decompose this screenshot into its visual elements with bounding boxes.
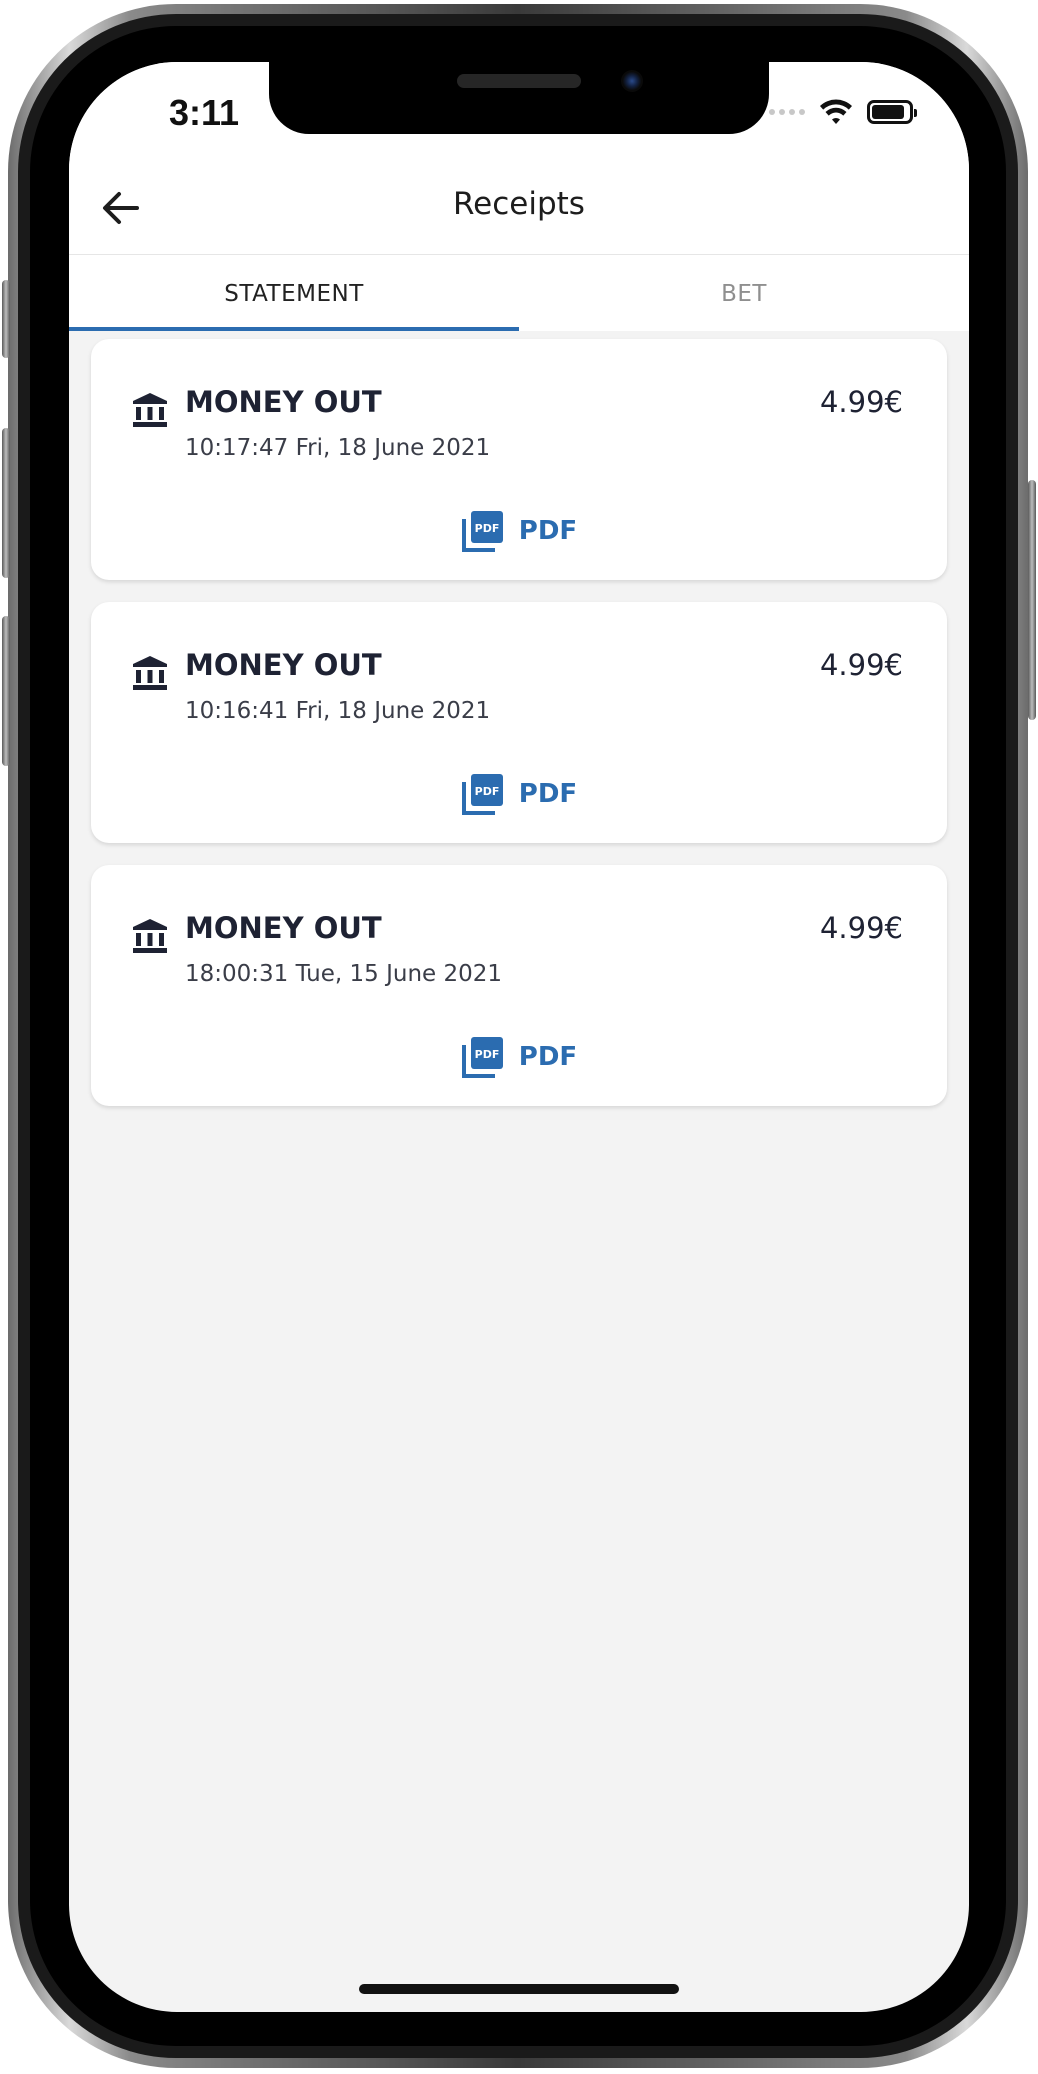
receipt-list: MONEY OUT 4.99€ 10:17:47 Fri, 18 June 20… [91,339,947,1128]
pdf-icon: PDF [461,774,503,815]
page-title: Receipts [453,186,585,222]
receipt-amount: 4.99€ [819,911,903,945]
receipt-amount: 4.99€ [819,648,903,682]
notch [269,62,769,134]
power-button [1028,480,1036,720]
receipt-datetime: 10:17:47 Fri, 18 June 2021 [185,435,491,461]
active-tab-indicator [69,327,519,331]
tab-statement[interactable]: STATEMENT [69,255,519,331]
pdf-download-button[interactable]: PDF PDF [91,772,947,816]
svg-text:PDF: PDF [474,522,499,535]
receipt-type: MONEY OUT [185,648,382,682]
speaker [457,74,581,88]
camera [621,70,643,92]
volume-up-button [2,428,10,578]
receipt-datetime: 10:16:41 Fri, 18 June 2021 [185,698,491,724]
receipt-amount: 4.99€ [819,385,903,419]
phone-device: 3:11 Receipts STATEMENT BET MONEY OUT 4.… [0,0,1038,2074]
status-time: 3:11 [169,92,240,133]
receipt-card: MONEY OUT 4.99€ 18:00:31 Tue, 15 June 20… [91,865,947,1106]
tab-label: STATEMENT [224,281,364,307]
pdf-label: PDF [518,516,578,546]
pdf-icon: PDF [461,1037,503,1078]
receipt-card: MONEY OUT 4.99€ 10:17:47 Fri, 18 June 20… [91,339,947,580]
tab-bet[interactable]: BET [519,255,969,331]
tab-label: BET [721,281,767,307]
app-header: Receipts [69,162,969,255]
receipt-card: MONEY OUT 4.99€ 10:16:41 Fri, 18 June 20… [91,602,947,843]
receipt-type: MONEY OUT [185,385,382,419]
bank-icon [133,656,167,690]
pdf-label: PDF [518,779,578,809]
svg-text:PDF: PDF [474,1048,499,1061]
receipt-datetime: 18:00:31 Tue, 15 June 2021 [185,961,503,987]
mute-switch [2,280,10,358]
pdf-download-button[interactable]: PDF PDF [91,509,947,553]
pdf-label: PDF [518,1042,578,1072]
wifi-icon [820,99,852,124]
tab-bar: STATEMENT BET [69,255,969,331]
bank-icon [133,919,167,953]
volume-down-button [2,616,10,766]
battery-icon [867,100,917,124]
bank-icon [133,393,167,427]
app-screen: 3:11 Receipts STATEMENT BET MONEY OUT 4.… [69,62,969,2012]
pdf-download-button[interactable]: PDF PDF [91,1035,947,1079]
pdf-icon: PDF [461,511,503,552]
cellular-signal-icon [769,109,805,115]
svg-text:PDF: PDF [474,785,499,798]
receipt-type: MONEY OUT [185,911,382,945]
home-indicator[interactable] [359,1984,679,1994]
